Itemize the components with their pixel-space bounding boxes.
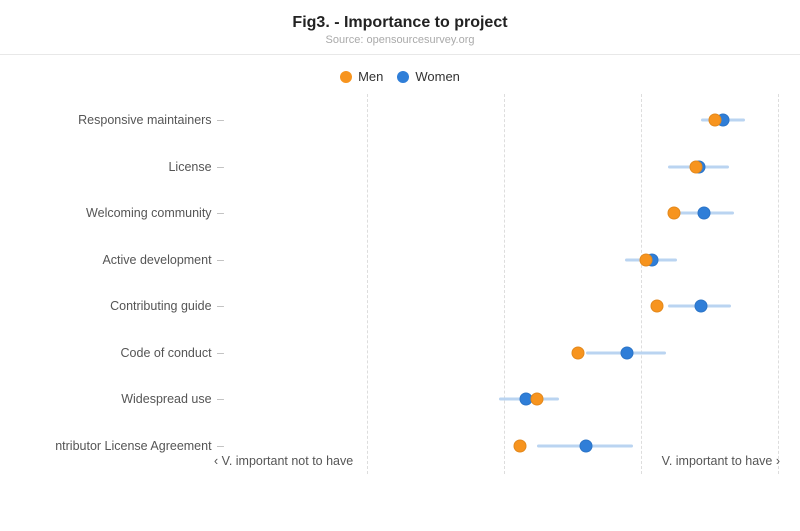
gridline [641,94,642,474]
dot-men[interactable] [708,114,721,127]
y-axis-labels: Responsive maintainers License Welcoming c… [0,94,230,474]
chart-container: Fig3. - Importance to project Source: op… [0,0,800,531]
dot-women[interactable] [698,207,711,220]
dot-men[interactable] [530,393,543,406]
dot-women[interactable] [695,300,708,313]
gridline [367,94,368,474]
x-label-right: V. important to have › [662,454,780,468]
y-tick-label: Responsive maintainers [78,113,224,127]
y-tick-label: Widespread use [121,392,224,406]
legend-item-women[interactable]: Women [397,69,460,84]
x-axis-labels: ‹ V. important not to have V. important … [230,454,778,482]
dot-men[interactable] [667,207,680,220]
source-link[interactable]: opensourcesurvey.org [366,34,474,46]
y-tick-label: Contributing guide [110,299,224,313]
dot-women[interactable] [621,346,634,359]
dot-men[interactable] [651,300,664,313]
divider [0,54,800,55]
dot-men[interactable] [571,346,584,359]
chart-title: Fig3. - Importance to project [0,14,800,32]
chart-subtitle: Source: opensourcesurvey.org [0,34,800,46]
gridline [504,94,505,474]
legend-label-women: Women [415,69,460,84]
legend: Men Women [0,69,800,84]
dot-men[interactable] [689,160,702,173]
y-tick-label: Active development [102,253,224,267]
y-tick-label: Welcoming community [86,206,224,220]
y-tick-label: Code of conduct [121,346,224,360]
dot-men[interactable] [640,253,653,266]
y-tick-label: ntributor License Agreement [55,439,224,453]
x-label-left: ‹ V. important not to have [214,454,353,468]
plot [230,94,778,474]
legend-item-men[interactable]: Men [340,69,383,84]
legend-label-men: Men [358,69,383,84]
dot-women[interactable] [580,440,593,453]
y-tick-label: License [168,160,224,174]
legend-swatch-men [340,71,352,83]
legend-swatch-women [397,71,409,83]
gridline [778,94,779,474]
dot-men[interactable] [514,440,527,453]
plot-area: Responsive maintainers License Welcoming c… [0,94,800,474]
